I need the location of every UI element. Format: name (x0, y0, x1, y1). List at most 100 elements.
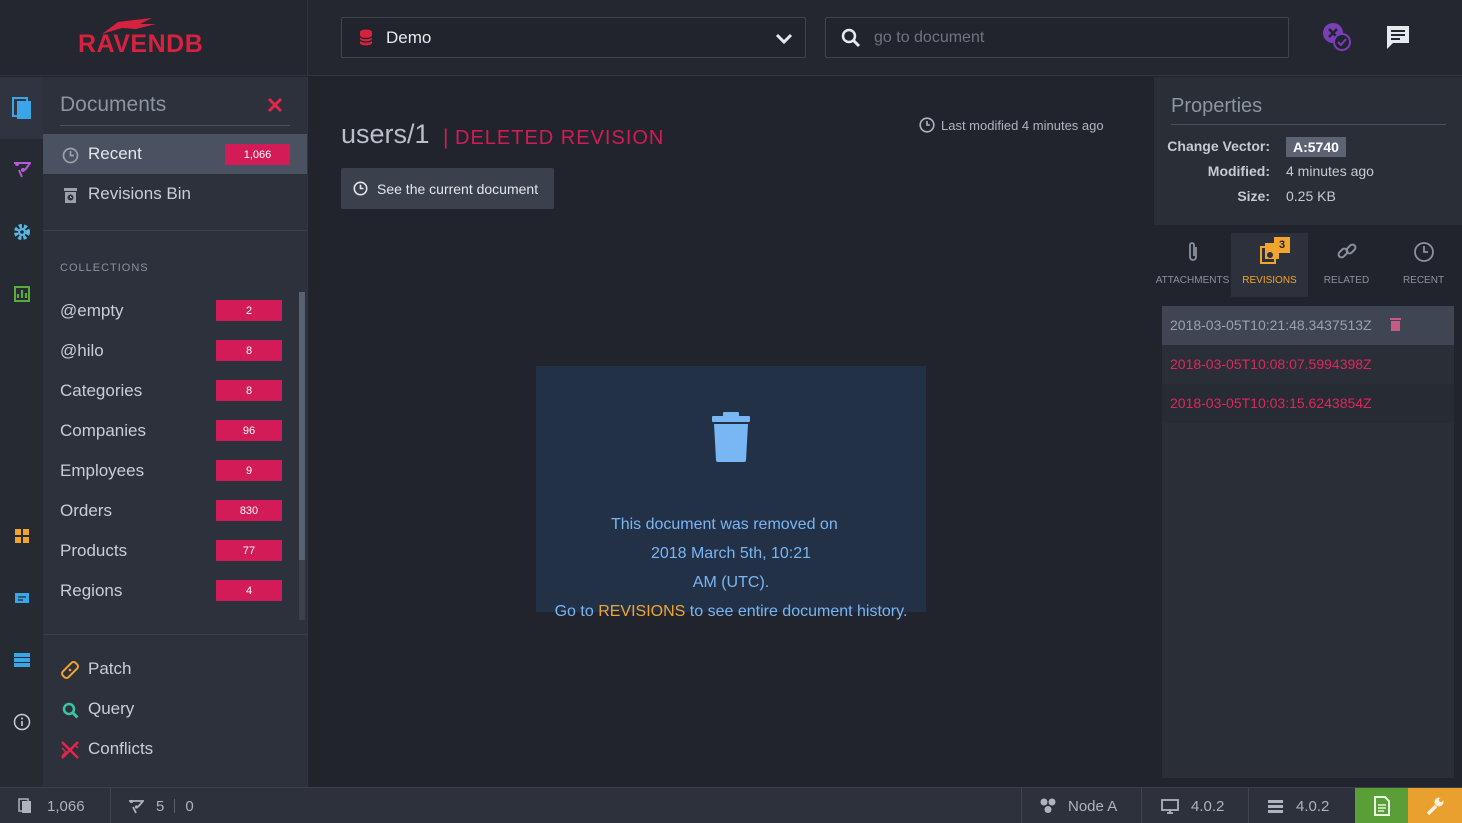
collection-item[interactable]: Products 77 (43, 531, 298, 571)
nav-dashboard[interactable] (0, 505, 43, 567)
main-nav-rail (0, 77, 43, 787)
history-prefix: Go to (554, 603, 594, 620)
cluster-status-button[interactable] (1320, 20, 1354, 54)
nav-about[interactable] (0, 691, 43, 753)
indexes-status[interactable]: 5 0 (128, 788, 194, 823)
change-vector-label: Change Vector: (1167, 138, 1270, 154)
search-input[interactable] (874, 26, 1274, 50)
history-suffix: to see entire document history. (689, 603, 908, 620)
revision-item[interactable]: 2018-03-05T10:03:15.6243854Z (1162, 384, 1454, 423)
monitor-icon (1161, 798, 1179, 814)
properties-box: Properties Change Vector: A:5740 Modifie… (1154, 77, 1462, 225)
indexes-icon (129, 799, 144, 813)
close-icon[interactable] (267, 97, 283, 113)
revision-item[interactable]: 2018-03-05T10:08:07.5994398Z (1162, 345, 1454, 384)
collection-count-badge: 9 (216, 460, 282, 481)
document-icon (1373, 796, 1390, 816)
menu-item-revisions-bin[interactable]: Revisions Bin (43, 174, 307, 214)
document-view: users/1 | DELETED REVISION Last modified… (308, 77, 1154, 787)
nav-settings[interactable] (0, 201, 43, 263)
documents-count: 1,066 (47, 797, 85, 815)
last-modified: Last modified 4 minutes ago (919, 117, 1104, 133)
change-vector-badge[interactable]: A:5740 (1286, 137, 1346, 157)
document-removed-panel: This document was removed on 2018 March … (536, 366, 926, 620)
document-id: users/1 (341, 119, 430, 149)
tools-button[interactable] (1408, 788, 1462, 823)
status-divider (110, 788, 111, 823)
collection-item[interactable]: Orders 830 (43, 491, 298, 531)
collection-label: @hilo (60, 341, 104, 360)
nav-indexes[interactable] (0, 139, 43, 201)
documents-icon (11, 97, 31, 119)
menu-item-recent[interactable]: Recent 1,066 (43, 134, 307, 174)
tab-revisions[interactable]: 3 REVISIONS (1231, 233, 1308, 297)
revisions-bin-icon (61, 186, 79, 204)
documents-menu: Documents Recent 1,066 Revisions Bin COL… (43, 77, 308, 787)
nav-documents[interactable] (0, 77, 43, 139)
indexes-errors-count: 0 (185, 797, 194, 815)
removed-message: This document was removed on 2018 March … (536, 510, 926, 626)
see-current-document-button[interactable]: See the current document (341, 168, 554, 209)
collection-item[interactable]: Categories 8 (43, 371, 298, 411)
nav-stats[interactable] (0, 263, 43, 325)
tool-label: Patch (88, 659, 132, 678)
status-divider (1248, 788, 1249, 823)
logo-text[interactable]: RAVENDB (78, 30, 203, 59)
nav-server-dashboard[interactable] (0, 567, 43, 629)
query-search-icon (60, 700, 80, 720)
collection-count-badge: 96 (216, 420, 282, 441)
clock-icon (353, 181, 368, 196)
documents-icon (18, 798, 31, 813)
collection-item[interactable]: @empty 2 (43, 291, 298, 331)
menu-item-query[interactable]: Query (43, 689, 307, 729)
client-version: 4.0.2 (1191, 797, 1225, 815)
notifications-button[interactable] (1381, 20, 1415, 54)
tab-label: ATTACHMENTS (1155, 275, 1230, 286)
node-status[interactable]: Node A (1039, 788, 1117, 823)
collection-count-badge: 8 (216, 340, 282, 361)
properties-divider (1171, 124, 1446, 125)
collection-item[interactable]: Regions 4 (43, 571, 298, 611)
collections-header: COLLECTIONS (60, 262, 149, 274)
tab-label: REVISIONS (1242, 275, 1297, 286)
chevron-down-icon[interactable] (775, 30, 793, 46)
collection-label: Products (60, 541, 128, 560)
removed-prefix: This document was removed on (610, 516, 838, 533)
patch-icon (60, 660, 80, 680)
menu-item-conflicts[interactable]: Conflicts (43, 729, 307, 769)
menu-divider (43, 230, 307, 231)
revisions-link[interactable]: REVISIONS (598, 603, 685, 620)
properties-panel: Properties Change Vector: A:5740 Modifie… (1154, 77, 1462, 787)
go-to-document-search[interactable] (825, 17, 1289, 58)
revisions-count-badge: 3 (1274, 237, 1290, 253)
database-selector[interactable]: Demo (341, 17, 806, 58)
collection-item[interactable]: Employees 9 (43, 451, 298, 491)
scrollbar-thumb[interactable] (299, 292, 305, 560)
tab-attachments[interactable]: ATTACHMENTS (1154, 233, 1231, 297)
menu-item-patch[interactable]: Patch (43, 649, 307, 689)
tab-recent[interactable]: RECENT (1385, 233, 1462, 297)
server-version-status[interactable]: 4.0.2 (1268, 788, 1329, 823)
revision-timestamp: 2018-03-05T10:08:07.5994398Z (1170, 356, 1372, 372)
tab-related[interactable]: RELATED (1308, 233, 1385, 297)
nav-databases[interactable] (0, 629, 43, 691)
collections-scrollbar[interactable] (299, 292, 305, 620)
collection-label: Orders (60, 501, 112, 520)
database-icon (359, 29, 373, 46)
modified-value: 4 minutes ago (1286, 163, 1374, 179)
collection-item[interactable]: Companies 96 (43, 411, 298, 451)
revision-item-current[interactable]: 2018-03-05T10:21:48.3437513Z (1162, 306, 1454, 345)
last-modified-text: Last modified 4 minutes ago (941, 117, 1104, 133)
info-icon (13, 713, 30, 731)
collection-count-badge: 4 (216, 580, 282, 601)
document-status-button[interactable] (1355, 788, 1408, 823)
documents-count-status[interactable]: 1,066 (18, 788, 85, 823)
collection-item[interactable]: @hilo 8 (43, 331, 298, 371)
trash-icon (712, 412, 750, 462)
status-divider (1141, 788, 1142, 823)
conflicts-icon (60, 740, 80, 760)
indexes-count: 5 (156, 797, 165, 815)
collection-label: @empty (60, 301, 124, 320)
client-version-status[interactable]: 4.0.2 (1161, 788, 1224, 823)
node-name: Node A (1068, 797, 1118, 815)
